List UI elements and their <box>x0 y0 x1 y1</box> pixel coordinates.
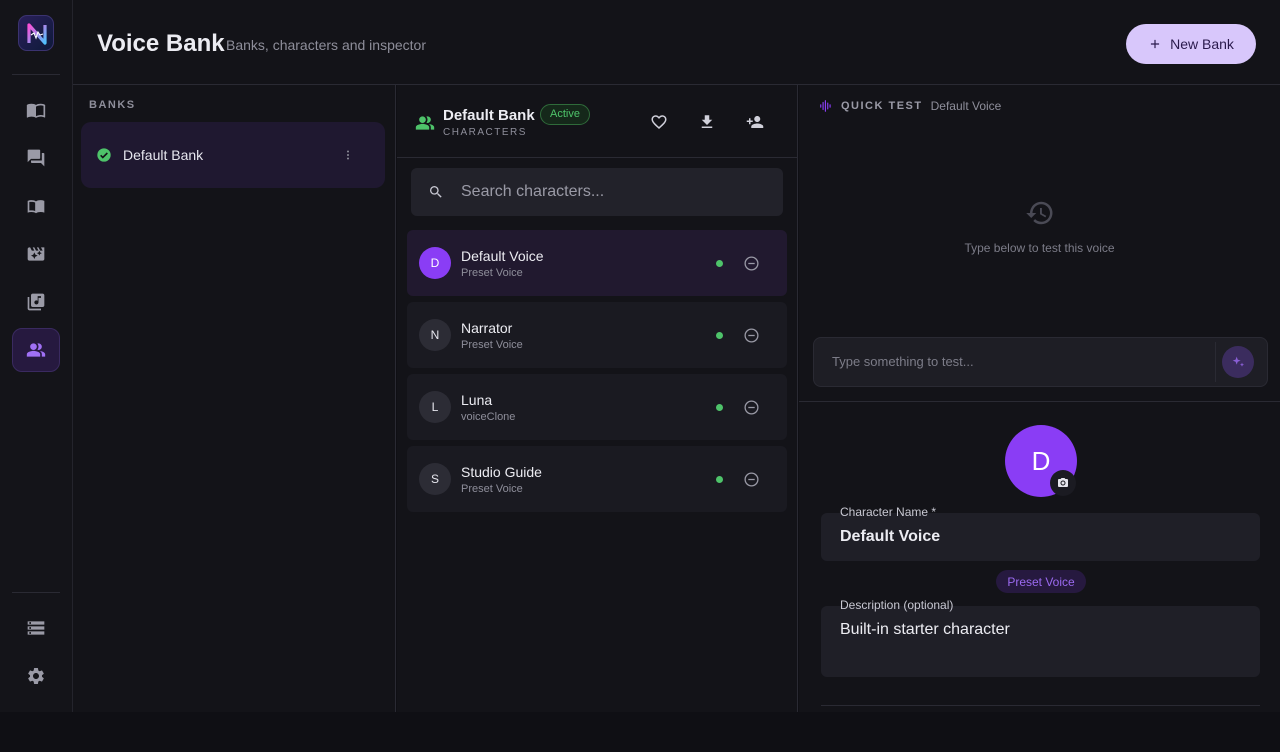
movie-icon <box>27 247 45 261</box>
bank-title: Default Bank <box>443 107 535 124</box>
banks-heading: BANKS <box>89 99 136 111</box>
characters-panel: Default Bank Active CHARACTERS D Default… <box>397 85 798 712</box>
people-icon <box>26 343 46 357</box>
change-avatar-button[interactable] <box>1050 470 1076 496</box>
history-icon <box>1025 198 1055 228</box>
remove-character-button[interactable] <box>743 399 760 416</box>
characters-subheading: CHARACTERS <box>443 127 527 138</box>
chat-icon <box>27 149 45 167</box>
character-name: Studio Guide <box>461 464 542 480</box>
favorite-button[interactable] <box>647 110 671 134</box>
description-field[interactable]: Built-in starter character <box>821 606 1260 677</box>
app-logo[interactable] <box>18 15 54 51</box>
status-dot <box>716 332 723 339</box>
search-input[interactable] <box>461 183 761 201</box>
inspector-panel: QUICK TEST Default Voice Type below to t… <box>799 85 1280 712</box>
remove-circle-icon <box>744 328 759 343</box>
quick-test-voice: Default Voice <box>930 99 1002 113</box>
status-dot <box>716 404 723 411</box>
generate-button[interactable] <box>1222 346 1254 378</box>
new-bank-label: New Bank <box>1170 36 1234 52</box>
character-avatar: L <box>419 391 451 423</box>
status-badge: Active <box>540 104 590 125</box>
heart-icon <box>651 115 667 130</box>
waveform-icon <box>820 100 831 112</box>
sidebar-item-chat[interactable] <box>12 136 60 180</box>
character-row[interactable]: N Narrator Preset Voice <box>407 302 787 368</box>
characters-header: Default Bank Active CHARACTERS <box>397 85 797 158</box>
character-name: Luna <box>461 392 493 408</box>
quick-test-hint: Type below to test this voice <box>964 241 1115 255</box>
bank-more-button[interactable] <box>341 148 355 162</box>
character-row[interactable]: L Luna voiceClone <box>407 374 787 440</box>
banks-panel: BANKS Default Bank <box>73 85 396 712</box>
character-name-field[interactable]: Default Voice <box>821 513 1260 561</box>
quick-test-header: QUICK TEST Default Voice <box>819 99 1001 113</box>
character-type: voiceClone <box>461 411 516 423</box>
status-dot <box>716 260 723 267</box>
search-icon <box>430 186 442 198</box>
character-search[interactable] <box>411 168 783 216</box>
section-divider <box>821 705 1260 706</box>
bank-name: Default Bank <box>123 147 204 163</box>
description-value[interactable]: Built-in starter character <box>840 621 1010 639</box>
download-icon <box>701 115 713 128</box>
description-label: Description (optional) <box>840 598 954 612</box>
page-header: Voice Bank Banks, characters and inspect… <box>73 0 1280 85</box>
character-type: Preset Voice <box>461 483 523 495</box>
remove-circle-icon <box>744 256 759 271</box>
plus-icon <box>1151 39 1160 49</box>
person-add-icon <box>746 116 764 128</box>
divider <box>1215 342 1216 382</box>
music-library-icon <box>27 293 45 311</box>
rail-divider <box>12 592 60 593</box>
camera-icon <box>1058 478 1068 487</box>
remove-character-button[interactable] <box>743 327 760 344</box>
section-divider <box>799 401 1280 402</box>
sidebar-item-library[interactable] <box>12 88 60 132</box>
bank-item[interactable]: Default Bank <box>81 122 385 188</box>
remove-character-button[interactable] <box>743 471 760 488</box>
new-bank-button[interactable]: New Bank <box>1126 24 1256 64</box>
character-name: Narrator <box>461 320 513 336</box>
remove-circle-icon <box>744 472 759 487</box>
character-type: Preset Voice <box>461 339 523 351</box>
download-button[interactable] <box>695 110 719 134</box>
status-dot <box>716 476 723 483</box>
voice-type-pill: Preset Voice <box>996 570 1086 593</box>
character-name-label: Character Name * <box>840 505 937 519</box>
sidebar-item-stories[interactable] <box>12 184 60 228</box>
add-character-button[interactable] <box>743 110 767 134</box>
test-input[interactable]: Type something to test... <box>832 354 974 369</box>
page-subtitle: Banks, characters and inspector <box>226 37 426 53</box>
more-vert-icon <box>347 150 349 160</box>
sidebar-item-storage[interactable] <box>12 606 60 650</box>
sparkle-icon <box>1232 356 1244 367</box>
character-avatar: N <box>419 319 451 351</box>
character-name: Default Voice <box>461 248 544 264</box>
character-avatar: D <box>419 247 451 279</box>
remove-circle-icon <box>744 400 759 415</box>
sidebar-item-voice-bank[interactable] <box>12 328 60 372</box>
sidebar-item-movies[interactable] <box>12 232 60 276</box>
character-type: Preset Voice <box>461 267 523 279</box>
rail-divider <box>12 74 60 75</box>
quick-test-label: QUICK TEST <box>841 100 923 112</box>
gear-icon <box>28 668 44 684</box>
open-book-icon <box>27 200 45 214</box>
app-sidebar <box>0 0 73 712</box>
storage-icon <box>27 621 45 635</box>
sidebar-item-music[interactable] <box>12 280 60 324</box>
test-input-box[interactable]: Type something to test... <box>813 337 1268 387</box>
check-circle-icon <box>97 148 111 162</box>
sidebar-item-settings[interactable] <box>12 654 60 698</box>
page-title: Voice Bank <box>97 30 225 57</box>
character-row[interactable]: S Studio Guide Preset Voice <box>407 446 787 512</box>
group-icon <box>415 113 435 133</box>
character-avatar: S <box>419 463 451 495</box>
book-icon <box>26 103 46 118</box>
character-name-value[interactable]: Default Voice <box>840 528 940 546</box>
character-row[interactable]: D Default Voice Preset Voice <box>407 230 787 296</box>
remove-character-button[interactable] <box>743 255 760 272</box>
